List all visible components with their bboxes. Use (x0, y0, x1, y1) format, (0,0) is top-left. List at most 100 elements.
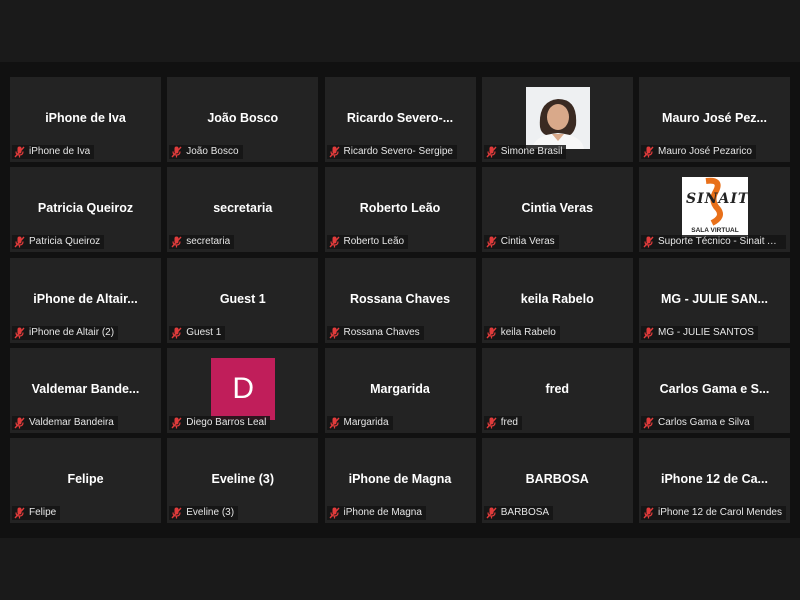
participant-name-label: iPhone de Iva (12, 145, 95, 159)
participant-label-text: Rossana Chaves (343, 326, 420, 338)
participant-label-text: Patricia Queiroz (29, 236, 101, 248)
participant-tile[interactable]: Mauro José Pez... Mauro José Pezarico (639, 77, 790, 162)
muted-microphone-icon (486, 417, 497, 429)
muted-microphone-icon (171, 417, 182, 429)
participant-display-name: iPhone de Magna (348, 472, 452, 486)
participant-display-name: secretaria (213, 201, 273, 216)
participant-display-name: Rossana Chaves (349, 291, 451, 306)
muted-microphone-icon (14, 327, 25, 339)
participant-label-text: Diego Barros Leal (186, 416, 267, 428)
participant-display-name: Cintia Veras (521, 201, 594, 216)
participant-name-label: Margarida (326, 415, 393, 430)
participant-label-text: iPhone de Altair (2) (29, 326, 115, 338)
participant-tile[interactable]: Rossana Chaves Rossana Chaves (324, 257, 476, 343)
participant-name-label: Simone Brasil (483, 145, 567, 159)
participant-tile[interactable]: keila Rabelo keila Rabelo (481, 257, 633, 343)
muted-microphone-icon (171, 327, 182, 339)
participant-tile[interactable]: fred fred (481, 347, 633, 433)
participant-label-text: Suporte Técnico - Sinait AFT (658, 236, 782, 248)
participant-label-text: Eveline (3) (186, 507, 235, 518)
participant-label-text: Felipe (29, 507, 57, 518)
muted-microphone-icon (14, 146, 25, 158)
participant-label-text: Simone Brasil (500, 146, 563, 157)
participant-name-label: secretaria (169, 235, 235, 250)
participant-display-name: keila Rabelo (520, 291, 594, 306)
muted-microphone-icon (486, 327, 497, 339)
muted-microphone-icon (486, 236, 497, 248)
participant-tile[interactable]: Ricardo Severo-... Ricardo Severo- Sergip… (324, 77, 476, 162)
muted-microphone-icon (643, 417, 654, 429)
participant-display-name: Eveline (3) (211, 472, 275, 486)
muted-microphone-icon (486, 507, 497, 519)
participant-tile[interactable]: Cintia Veras Cintia Veras (481, 167, 633, 253)
participant-display-name: Valdemar Bande... (31, 381, 140, 396)
participant-tile[interactable]: BARBOSA BARBOSA (481, 438, 633, 523)
participant-name-label: iPhone de Altair (2) (12, 325, 119, 340)
participant-name-label: Felipe (12, 506, 61, 520)
participant-tile[interactable]: João Bosco João Bosco (167, 77, 319, 162)
participant-label-text: Guest 1 (186, 326, 222, 338)
muted-microphone-icon (171, 236, 182, 248)
bottom-bar (0, 538, 800, 600)
participant-tile[interactable]: Carlos Gama e S... Carlos Gama e Silva (639, 347, 790, 433)
participant-tile[interactable]: Valdemar Bande... Valdemar Bandeira (10, 347, 161, 433)
muted-microphone-icon (171, 146, 182, 158)
participant-display-name: Carlos Gama e S... (659, 381, 770, 396)
muted-microphone-icon (328, 236, 340, 248)
participant-tile[interactable]: iPhone de Magna iPhone de Magna (324, 438, 476, 523)
participant-label-text: fred (500, 416, 518, 428)
participant-name-label: Diego Barros Leal (169, 415, 271, 430)
muted-microphone-icon (14, 236, 25, 248)
participant-name-label: Ricardo Severo- Sergipe (326, 145, 457, 159)
participant-tile[interactable]: Eveline (3) Eveline (3) (167, 438, 319, 523)
participant-name-label: Carlos Gama e Silva (641, 415, 754, 430)
participant-tile[interactable]: iPhone de Altair... iPhone de Altair (2) (10, 257, 161, 343)
participant-tile[interactable]: MG - JULIE SAN... MG - JULIE SANTOS (639, 257, 790, 343)
muted-microphone-icon (328, 146, 340, 158)
participant-name-label: Guest 1 (169, 325, 226, 340)
participant-name-label: keila Rabelo (483, 325, 560, 340)
participant-display-name: MG - JULIE SAN... (661, 291, 768, 306)
participant-label-text: Cintia Veras (500, 236, 555, 248)
participant-name-label: MG - JULIE SANTOS (641, 325, 758, 340)
participant-tile[interactable]: Patricia Queiroz Patricia Queiroz (10, 167, 161, 253)
muted-microphone-icon (643, 236, 654, 248)
participant-display-name: João Bosco (207, 111, 279, 125)
muted-microphone-icon (14, 417, 25, 429)
muted-microphone-icon (328, 417, 340, 429)
muted-microphone-icon (643, 327, 654, 339)
participant-tile[interactable]: iPhone 12 de Ca... iPhone 12 de Carol Men… (639, 438, 790, 523)
participant-tile[interactable]: Roberto Leão Roberto Leão (324, 167, 476, 253)
participant-label-text: iPhone 12 de Carol Mendes (658, 507, 782, 518)
participant-name-label: Mauro José Pezarico (641, 145, 756, 159)
participant-tile[interactable]: Margarida Margarida (324, 347, 476, 433)
participant-tile[interactable]: Simone Brasil (481, 77, 633, 162)
muted-microphone-icon (643, 507, 654, 519)
participant-label-text: BARBOSA (500, 507, 550, 518)
gallery-grid: iPhone de Iva iPhone de Iva João Bosco João… (10, 77, 790, 523)
participant-display-name: Felipe (67, 472, 104, 486)
participant-tile[interactable]: iPhone de Iva iPhone de Iva (10, 77, 161, 162)
participant-name-label: João Bosco (169, 145, 243, 159)
muted-microphone-icon (486, 146, 497, 158)
participant-label-text: secretaria (186, 236, 231, 248)
participant-tile[interactable]: Guest 1 Guest 1 (167, 257, 319, 343)
participant-display-name: Guest 1 (219, 291, 266, 306)
muted-microphone-icon (328, 507, 340, 519)
participant-display-name: Roberto Leão (359, 201, 441, 216)
participant-display-name: BARBOSA (525, 472, 589, 486)
participant-tile[interactable]: D Diego Barros Leal (167, 347, 319, 433)
participant-tile[interactable]: Felipe Felipe (10, 438, 161, 523)
participant-label-text: Margarida (343, 416, 389, 428)
participant-name-label: Valdemar Bandeira (12, 415, 118, 430)
participant-name-label: Rossana Chaves (326, 325, 424, 340)
participant-tile[interactable]: SINAIT SALA VIRTUAL Suporte Técnico - Sina… (639, 167, 790, 253)
top-bar (0, 0, 800, 62)
participant-tile[interactable]: secretaria secretaria (167, 167, 319, 253)
participant-video (525, 87, 590, 149)
muted-microphone-icon (328, 327, 340, 339)
participant-display-name: iPhone de Iva (45, 111, 126, 125)
muted-microphone-icon (643, 146, 654, 158)
muted-microphone-icon (14, 507, 25, 519)
participant-label-text: Valdemar Bandeira (29, 416, 114, 428)
